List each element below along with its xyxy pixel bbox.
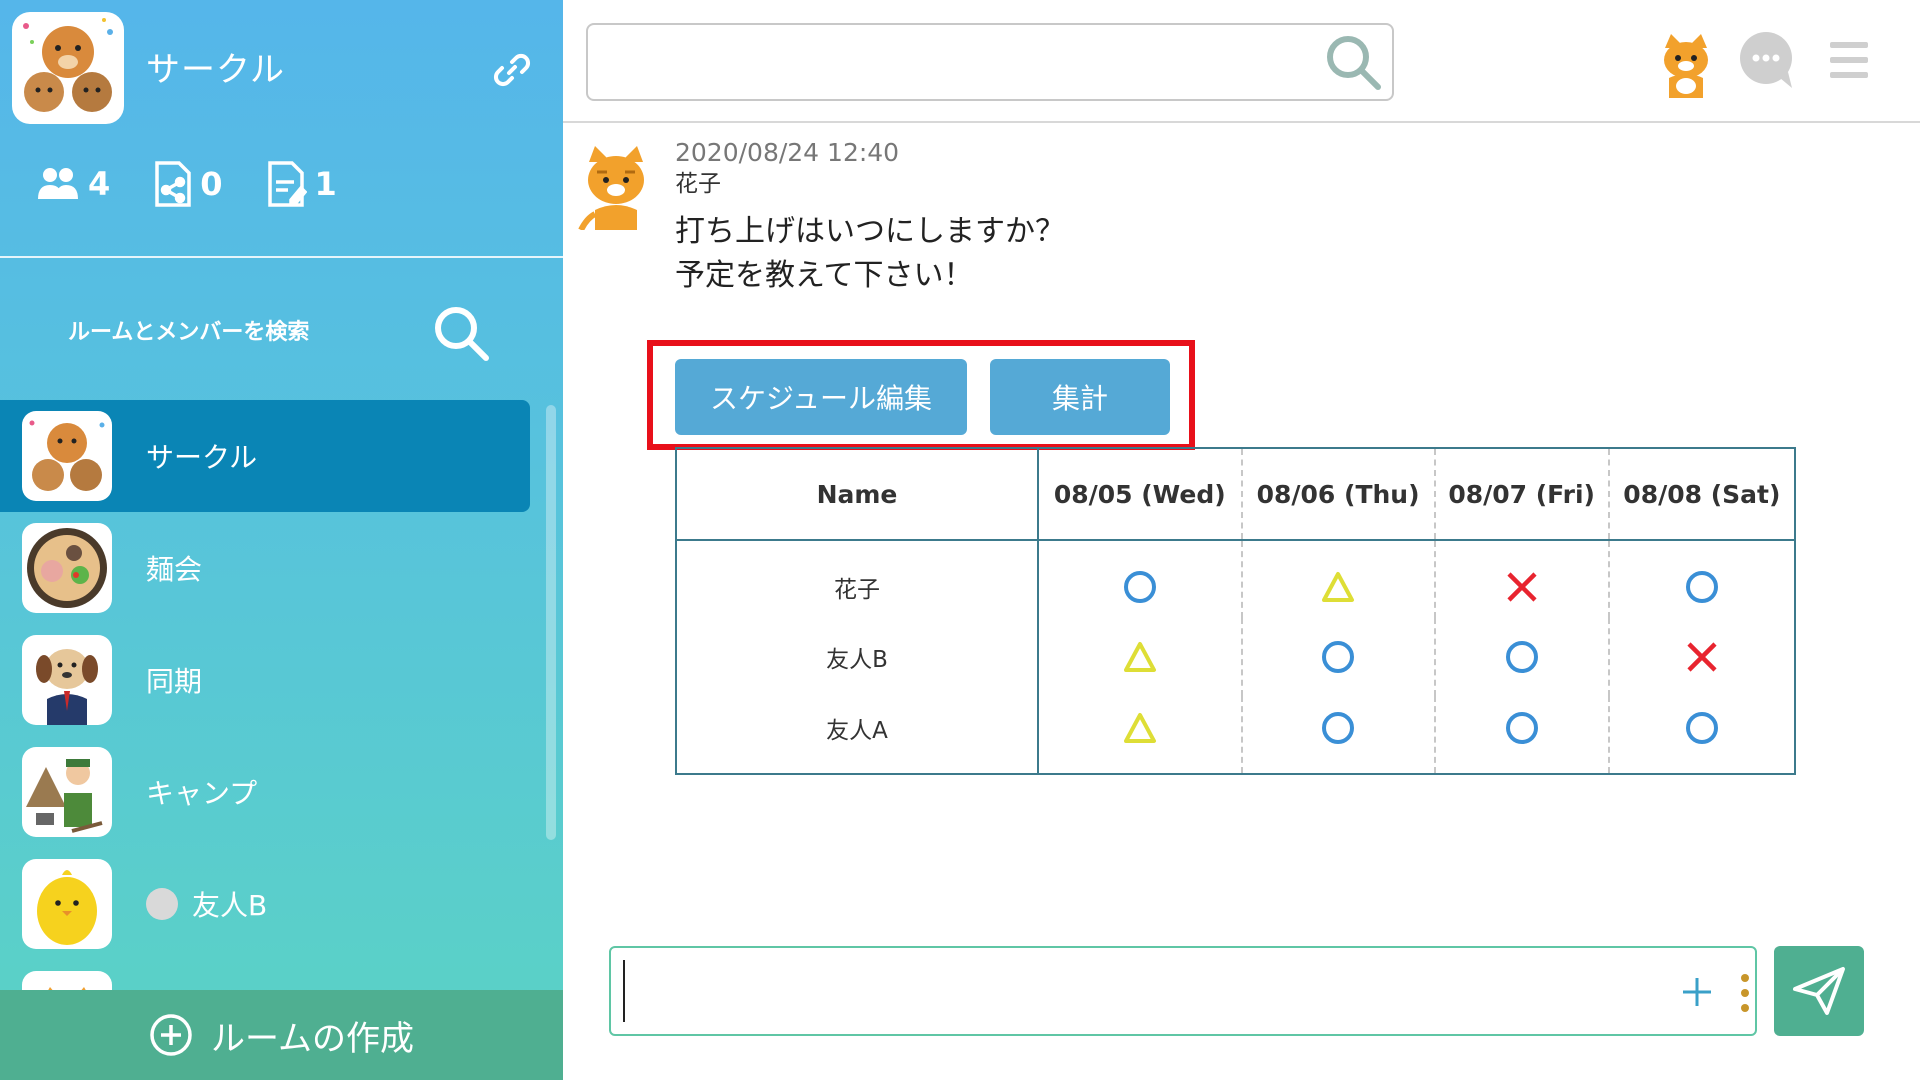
room-name: 麺会 bbox=[146, 553, 203, 586]
menu-icon[interactable] bbox=[1828, 38, 1870, 82]
create-room-label: ルームの作成 bbox=[211, 1018, 414, 1059]
members-icon bbox=[38, 168, 78, 199]
schedule-cell[interactable] bbox=[1433, 618, 1609, 696]
message-text-line: 打ち上げはいつにしますか？ bbox=[675, 214, 1065, 249]
schedule-table: Name 08/05 (Wed) 08/06 (Thu) 08/07 (Fri)… bbox=[675, 447, 1796, 775]
chat-bubble-icon[interactable] bbox=[1736, 28, 1800, 92]
room-item-partial[interactable] bbox=[0, 960, 530, 990]
column-header-name: Name bbox=[676, 448, 1039, 541]
member-count[interactable]: 4 bbox=[36, 165, 110, 203]
available-circle-icon bbox=[1682, 708, 1722, 748]
maybe-triangle-icon bbox=[1318, 567, 1358, 607]
message-input[interactable] bbox=[623, 960, 1583, 1022]
room-avatar bbox=[22, 971, 112, 990]
room-list: サークル 麺会 同期 キャンプ 友人B bbox=[0, 400, 540, 990]
note-count-value: 1 bbox=[314, 165, 337, 203]
room-list-scrollbar[interactable] bbox=[546, 405, 556, 840]
room-avatar bbox=[22, 747, 112, 837]
maybe-triangle-icon bbox=[1120, 637, 1160, 677]
available-circle-icon bbox=[1120, 567, 1160, 607]
unavailable-cross-icon bbox=[1502, 567, 1542, 607]
schedule-row: 花子 bbox=[676, 540, 1795, 618]
message-composer[interactable] bbox=[609, 946, 1757, 1036]
chat-main: 2020/08/24 12:40 花子 打ち上げはいつにしますか？ 予定を教えて… bbox=[563, 0, 1920, 1080]
note-icon bbox=[267, 161, 307, 207]
schedule-cell[interactable] bbox=[1240, 696, 1435, 774]
available-circle-icon bbox=[1502, 637, 1542, 677]
plus-icon[interactable] bbox=[1679, 974, 1715, 1010]
room-item-colleagues[interactable]: 同期 bbox=[0, 624, 530, 736]
schedule-row: 友人A bbox=[676, 696, 1795, 774]
room-item-noodle[interactable]: 麺会 bbox=[0, 512, 530, 624]
message-text-line: 予定を教えて下さい！ bbox=[675, 258, 974, 293]
room-name: 同期 bbox=[146, 665, 203, 698]
schedule-cell[interactable] bbox=[1037, 618, 1242, 696]
schedule-member-name: 友人B bbox=[676, 618, 1039, 696]
room-item-circle[interactable]: サークル bbox=[0, 400, 530, 512]
available-circle-icon bbox=[1318, 637, 1358, 677]
room-item-camp[interactable]: キャンプ bbox=[0, 736, 530, 848]
search-icon[interactable] bbox=[430, 302, 494, 366]
column-header-date: 08/07 (Fri) bbox=[1433, 448, 1609, 541]
note-count[interactable]: 1 bbox=[267, 160, 337, 208]
link-icon[interactable] bbox=[492, 50, 532, 90]
send-icon bbox=[1793, 967, 1845, 1015]
room-avatar bbox=[22, 523, 112, 613]
schedule-header-row: Name 08/05 (Wed) 08/06 (Thu) 08/07 (Fri)… bbox=[676, 448, 1795, 541]
schedule-row: 友人B bbox=[676, 618, 1795, 696]
room-member-search-label: ルームとメンバーを検索 bbox=[68, 320, 310, 345]
column-header-date: 08/08 (Sat) bbox=[1607, 448, 1795, 541]
offline-status-icon bbox=[146, 888, 178, 920]
schedule-cell[interactable] bbox=[1607, 540, 1795, 618]
sender-avatar[interactable] bbox=[577, 140, 655, 232]
message-sender: 花子 bbox=[675, 171, 721, 197]
room-item-friend-b[interactable]: 友人B bbox=[0, 848, 530, 960]
available-circle-icon bbox=[1502, 708, 1542, 748]
shared-file-icon bbox=[155, 161, 192, 207]
group-header: サークル 4 0 1 bbox=[0, 0, 563, 258]
room-name: 友人B bbox=[192, 889, 268, 922]
more-vertical-icon[interactable] bbox=[1739, 972, 1751, 1014]
schedule-cell[interactable] bbox=[1433, 696, 1609, 774]
member-count-value: 4 bbox=[88, 165, 111, 203]
schedule-cell[interactable] bbox=[1240, 618, 1435, 696]
available-circle-icon bbox=[1682, 567, 1722, 607]
message-timestamp: 2020/08/24 12:40 bbox=[675, 138, 900, 167]
shared-file-count-value: 0 bbox=[200, 165, 223, 203]
create-room-button[interactable]: ルームの作成 bbox=[0, 990, 563, 1080]
maybe-triangle-icon bbox=[1120, 708, 1160, 748]
group-stats: 4 0 1 bbox=[36, 160, 381, 208]
send-button[interactable] bbox=[1774, 946, 1864, 1036]
schedule-cell[interactable] bbox=[1037, 540, 1242, 618]
room-avatar bbox=[22, 859, 112, 949]
profile-avatar[interactable] bbox=[1651, 30, 1721, 98]
room-name: キャンプ bbox=[146, 777, 258, 810]
room-avatar bbox=[22, 635, 112, 725]
message-search-input[interactable] bbox=[604, 25, 1304, 95]
edit-schedule-button[interactable]: スケジュール編集 bbox=[675, 359, 967, 435]
column-header-date: 08/05 (Wed) bbox=[1037, 448, 1242, 541]
column-header-date: 08/06 (Thu) bbox=[1240, 448, 1435, 541]
group-title: サークル bbox=[146, 50, 285, 90]
schedule-member-name: 友人A bbox=[676, 696, 1039, 774]
schedule-member-name: 花子 bbox=[676, 540, 1039, 618]
schedule-cell[interactable] bbox=[1433, 540, 1609, 618]
schedule-cell[interactable] bbox=[1037, 696, 1242, 774]
group-avatar[interactable] bbox=[12, 12, 124, 124]
shared-file-count[interactable]: 0 bbox=[154, 160, 223, 208]
room-avatar bbox=[22, 411, 112, 501]
schedule-cell[interactable] bbox=[1607, 618, 1795, 696]
message-search[interactable] bbox=[586, 23, 1394, 101]
plus-circle-icon bbox=[150, 1014, 192, 1056]
available-circle-icon bbox=[1318, 708, 1358, 748]
tally-button[interactable]: 集計 bbox=[990, 359, 1170, 435]
schedule-cell[interactable] bbox=[1240, 540, 1435, 618]
top-bar bbox=[563, 0, 1920, 123]
unavailable-cross-icon bbox=[1682, 637, 1722, 677]
schedule-cell[interactable] bbox=[1607, 696, 1795, 774]
room-name: サークル bbox=[146, 441, 258, 474]
search-icon[interactable] bbox=[1322, 31, 1384, 93]
sidebar: サークル 4 0 1 ルームとメンバーを検索 サークル 麺会 同期 キャンプ 友… bbox=[0, 0, 563, 1080]
